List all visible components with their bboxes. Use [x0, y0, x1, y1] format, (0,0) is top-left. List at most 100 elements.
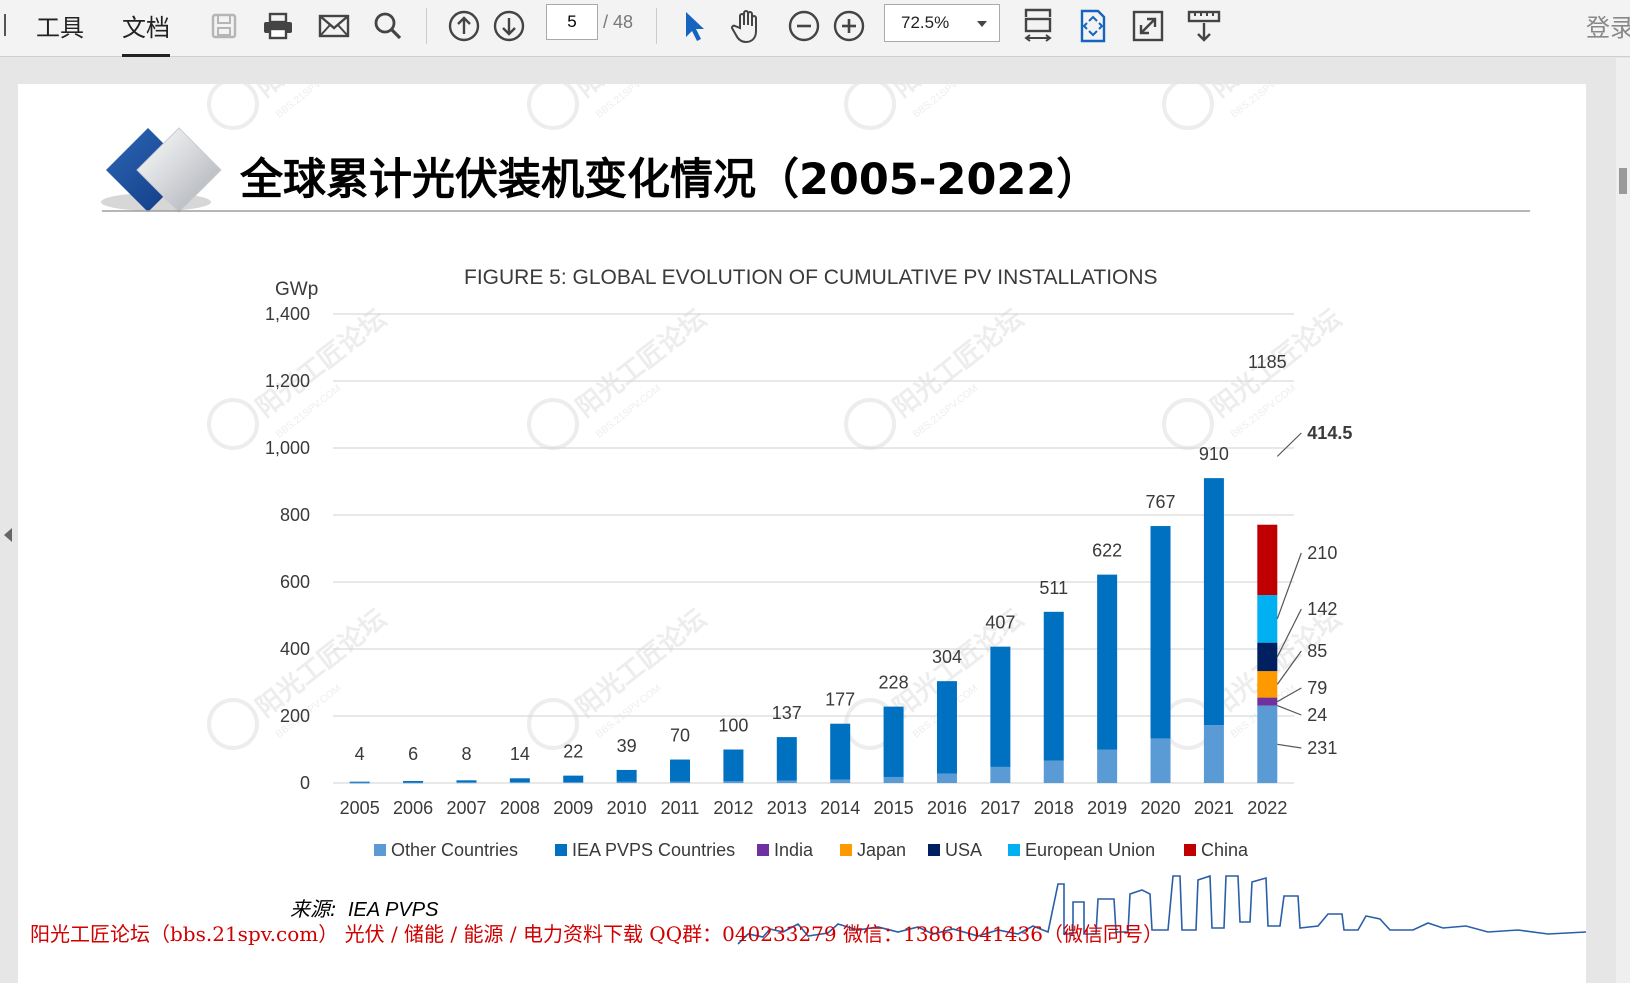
x-tick-label: 2022 — [1247, 798, 1287, 818]
x-tick-label: 2006 — [393, 798, 433, 818]
scrollbar-thumb[interactable] — [1619, 168, 1627, 194]
zoom-in-icon[interactable] — [829, 6, 869, 46]
zoom-value: 72.5% — [901, 13, 950, 32]
y-tick-label: 1,400 — [265, 304, 310, 324]
bar-total-label: 70 — [670, 726, 690, 746]
bar-segment-other-countries — [830, 779, 851, 783]
watermark-stamp: 阳光工匠论坛BBS.21SPV.COM — [207, 84, 392, 130]
bar-segment-japan — [1257, 671, 1278, 698]
print-icon[interactable] — [258, 6, 298, 46]
stack-callout-label: 79 — [1307, 678, 1327, 698]
bar-segment-other-countries — [936, 773, 957, 783]
login-link[interactable]: 登录 — [1586, 8, 1630, 43]
legend-label: Other Countries — [391, 840, 518, 860]
save-icon[interactable] — [204, 6, 244, 46]
bar-total-label: 1185 — [1248, 352, 1287, 372]
slide-canvas: 阳光工匠论坛BBS.21SPV.COM 阳光工匠论坛BBS.21SPV.COM 阳光… — [30, 84, 1586, 946]
menu-document[interactable]: 文档 — [122, 8, 170, 57]
x-tick-label: 2019 — [1087, 798, 1127, 818]
vertical-scrollbar[interactable] — [1616, 58, 1630, 983]
bar-total-label: 767 — [1146, 492, 1176, 512]
watermark-seal — [207, 84, 259, 130]
stack-callout-label: 24 — [1307, 705, 1327, 725]
bar-segment-iea-pvps — [403, 780, 424, 783]
bar-segment-other-countries — [349, 782, 370, 784]
bar-segment-iea-pvps — [883, 706, 904, 777]
bar-segment-other-countries — [1150, 738, 1171, 783]
chart-bars — [349, 478, 1278, 784]
legend-label: European Union — [1025, 840, 1155, 860]
stack-callout-labels: 231 24 79 85 142 210 414.5 — [1276, 423, 1352, 758]
watermark-seal — [844, 84, 896, 130]
x-tick-label: 2013 — [767, 798, 807, 818]
watermark-seal — [207, 698, 259, 750]
x-tick-label: 2008 — [500, 798, 540, 818]
toolbar-divider — [426, 8, 427, 44]
sidebar-toggle-icon[interactable] — [0, 14, 6, 36]
legend-swatch — [1008, 844, 1020, 856]
bar-segment-usa — [1257, 642, 1278, 672]
select-cursor-icon[interactable] — [674, 6, 714, 46]
fit-width-icon[interactable] — [1018, 6, 1058, 46]
bar-total-label: 39 — [617, 736, 637, 756]
bar-segment-eu — [1257, 595, 1278, 643]
x-tick-label: 2007 — [446, 798, 486, 818]
watermark-seal — [527, 398, 579, 450]
slide-title: 全球累计光伏装机变化情况（2005-2022） — [239, 155, 1099, 205]
legend-swatch — [840, 844, 852, 856]
toolbar: 工具 文档 / 48 72.5% — [0, 0, 1630, 57]
bar-total-label: 228 — [879, 673, 909, 693]
bar-segment-iea-pvps — [1043, 611, 1064, 761]
watermark-stamp: 阳光工匠论坛BBS.21SPV.COM — [844, 304, 1029, 450]
bar-total-label: 6 — [408, 744, 418, 764]
x-tick-label: 2005 — [340, 798, 380, 818]
menu-tools[interactable]: 工具 — [36, 8, 84, 43]
page-number-input[interactable] — [546, 4, 598, 40]
bar-segment-iea-pvps — [830, 723, 851, 780]
bar-segment-iea-pvps — [349, 781, 370, 783]
bar-segment-iea-pvps — [1097, 574, 1118, 750]
chart-legend: Other Countries IEA PVPS Countries India Ja… — [374, 840, 1249, 860]
fit-page-icon[interactable] — [1073, 6, 1113, 46]
x-tick-label: 2016 — [927, 798, 967, 818]
stack-callout-label: 142 — [1307, 599, 1337, 619]
x-tick-label: 2012 — [713, 798, 753, 818]
fullscreen-icon[interactable] — [1128, 6, 1168, 46]
bar-segment-other-countries — [883, 776, 904, 783]
bar-segment-iea-pvps — [563, 775, 584, 782]
zoom-select[interactable]: 72.5% — [884, 4, 1000, 42]
next-page-icon[interactable] — [489, 6, 529, 46]
bar-segment-other-countries — [776, 780, 797, 783]
legend-swatch — [757, 844, 769, 856]
email-icon[interactable] — [314, 6, 354, 46]
watermark-stamp: 阳光工匠论坛BBS.21SPV.COM — [527, 304, 712, 450]
watermark-seal — [1162, 84, 1214, 130]
hand-tool-icon[interactable] — [728, 6, 768, 46]
stack-callout-label: 231 — [1307, 738, 1337, 758]
legend-label: Japan — [857, 840, 906, 860]
search-icon[interactable] — [368, 6, 408, 46]
stack-callout-label: 414.5 — [1307, 423, 1352, 443]
y-axis-unit-label: GWp — [275, 279, 318, 300]
source-label: 来源: — [290, 897, 337, 921]
bar-segment-other-countries — [456, 782, 477, 784]
download-icon[interactable] — [1184, 6, 1224, 46]
zoom-out-icon[interactable] — [784, 6, 824, 46]
bar-segment-iea-pvps — [456, 780, 477, 783]
y-tick-label: 800 — [280, 505, 310, 525]
bar-segment-iea-pvps — [990, 646, 1011, 767]
watermark-stamp: 阳光工匠论坛BBS.21SPV.COM — [844, 84, 1029, 130]
bar-segment-other-countries — [1203, 725, 1224, 783]
bar-segment-other-countries — [723, 781, 744, 783]
y-tick-label: 0 — [300, 773, 310, 793]
bar-segment-other-countries — [509, 782, 530, 783]
y-tick-label: 1,000 — [265, 438, 310, 458]
watermark-stamp: 阳光工匠论坛BBS.21SPV.COM — [207, 604, 392, 750]
collapse-panel-arrow-icon[interactable] — [4, 528, 12, 542]
bar-total-label: 22 — [563, 742, 583, 762]
prev-page-icon[interactable] — [444, 6, 484, 46]
watermark-stamp: 阳光工匠论坛BBS.21SPV.COM — [1162, 604, 1347, 750]
y-tick-label: 400 — [280, 639, 310, 659]
bar-segment-iea-pvps — [1150, 526, 1171, 739]
callout-leader-line — [1277, 743, 1302, 749]
